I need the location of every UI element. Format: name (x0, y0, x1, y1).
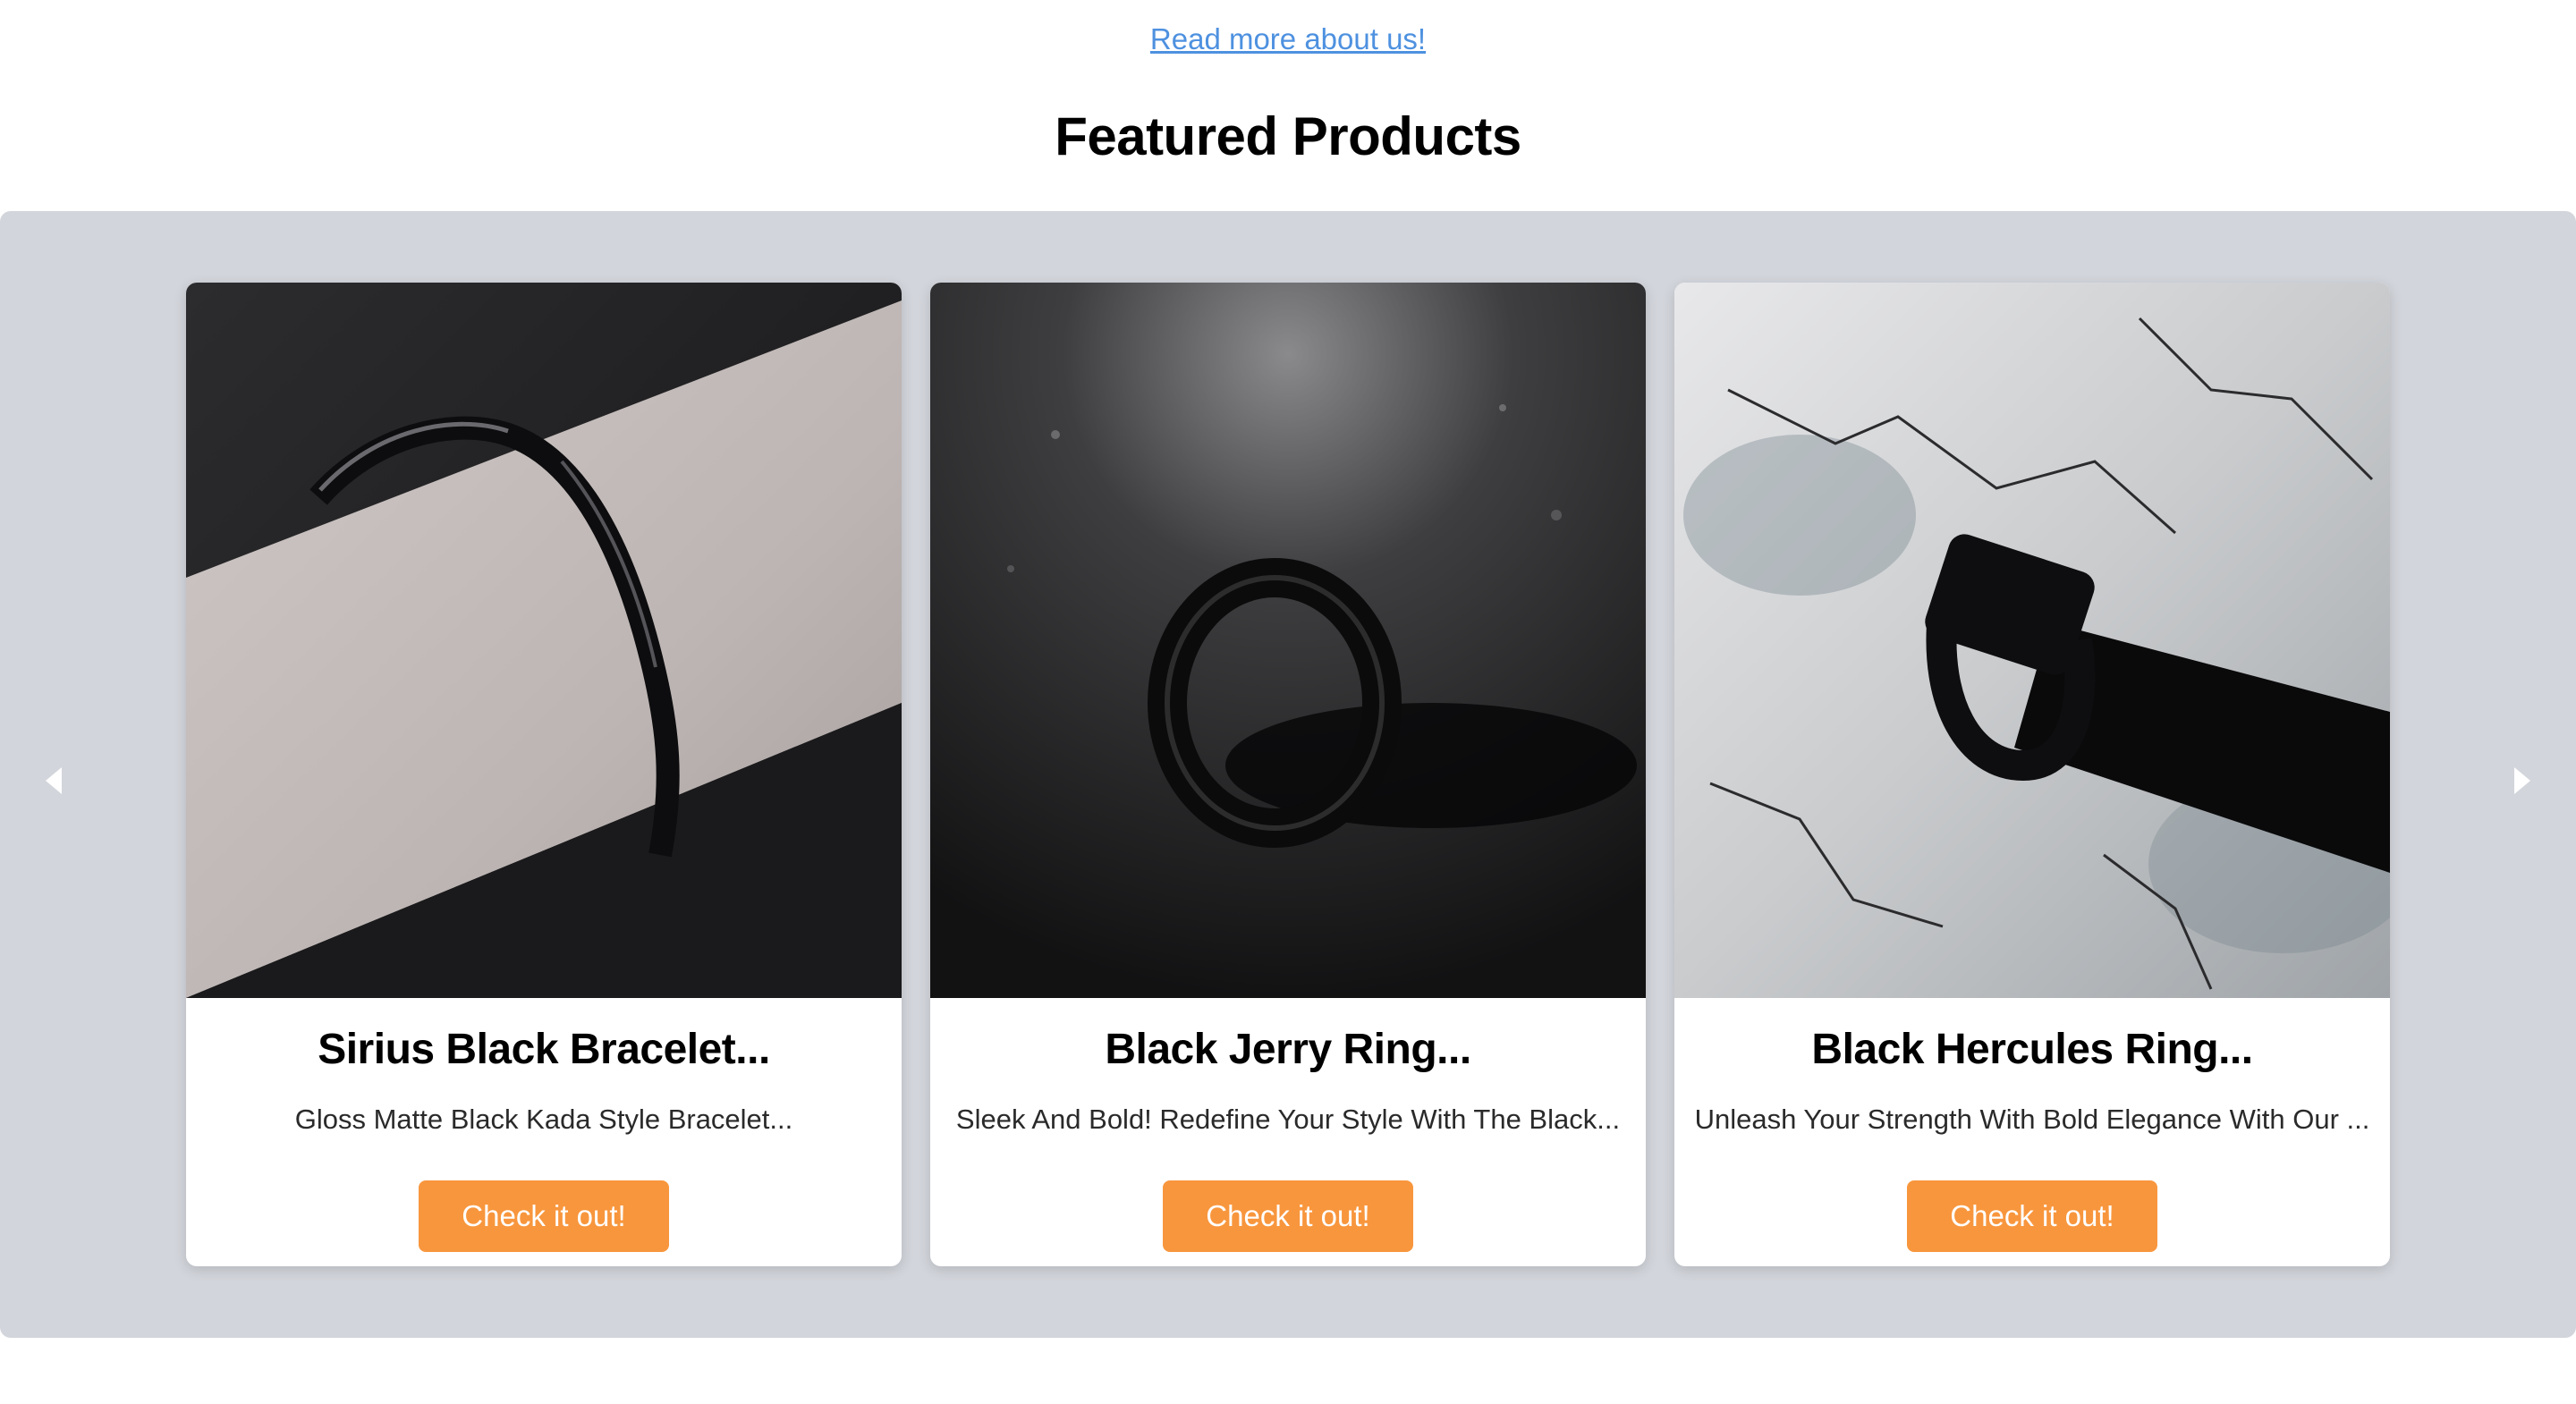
chevron-left-icon (46, 767, 62, 794)
check-it-out-button[interactable]: Check it out! (1163, 1180, 1413, 1252)
check-it-out-button[interactable]: Check it out! (1907, 1180, 2157, 1252)
carousel-prev-button[interactable] (36, 758, 72, 803)
product-carousel: Sirius Black Bracelet... Gloss Matte Bla… (0, 211, 2576, 1338)
read-more-link[interactable]: Read more about us! (1150, 22, 1426, 55)
product-description: Gloss Matte Black Kada Style Bracelet... (294, 1104, 793, 1135)
product-image-jerry-ring[interactable] (930, 283, 1646, 998)
product-title: Sirius Black Bracelet... (318, 1026, 770, 1073)
featured-products-title: Featured Products (1055, 106, 1521, 166)
product-image-bracelet[interactable] (186, 283, 902, 998)
product-description: Sleek And Bold! Redefine Your Style With… (955, 1104, 1621, 1135)
check-it-out-button[interactable]: Check it out! (419, 1180, 669, 1252)
product-card: Black Jerry Ring... Sleek And Bold! Rede… (930, 283, 1646, 1266)
carousel-next-button[interactable] (2504, 758, 2540, 803)
chevron-right-icon (2514, 767, 2530, 794)
product-title: Black Hercules Ring... (1811, 1026, 2253, 1073)
product-description: Unleash Your Strength With Bold Elegance… (1694, 1104, 2370, 1135)
product-card: Sirius Black Bracelet... Gloss Matte Bla… (186, 283, 902, 1266)
about-section: Read more about us! (0, 20, 2576, 59)
product-image-hercules-ring[interactable] (1674, 283, 2390, 998)
product-title: Black Jerry Ring... (1105, 1026, 1471, 1073)
product-card: Black Hercules Ring... Unleash Your Stre… (1674, 283, 2390, 1266)
